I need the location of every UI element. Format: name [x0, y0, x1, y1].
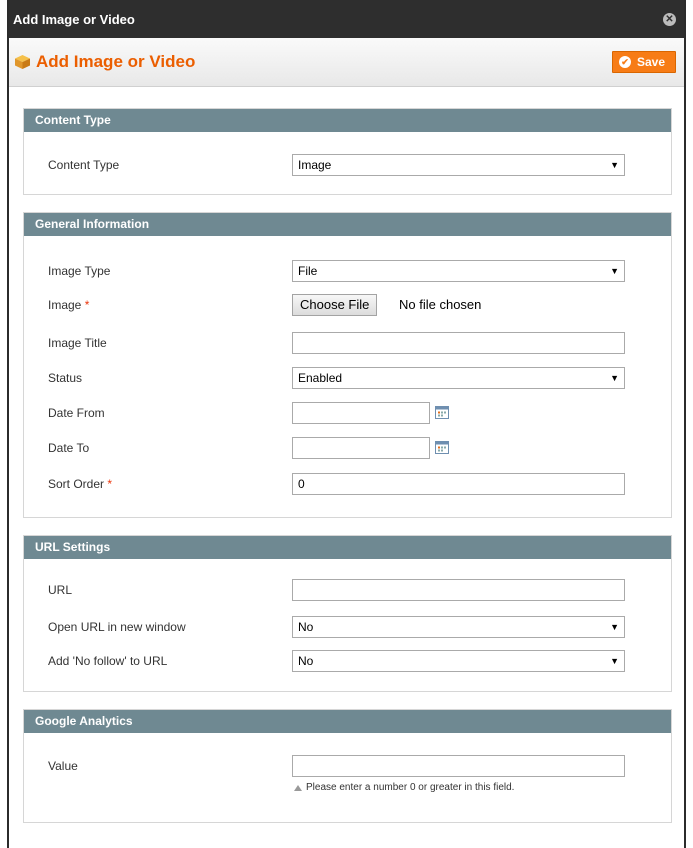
- new-window-row: Open URL in new window No ▼: [24, 616, 671, 640]
- new-window-label: Open URL in new window: [48, 620, 186, 634]
- date-from-input[interactable]: [292, 402, 430, 424]
- content-type-select[interactable]: Image ▼: [292, 154, 625, 176]
- nofollow-label: Add 'No follow' to URL: [48, 654, 168, 668]
- chevron-down-icon: ▼: [610, 266, 619, 276]
- new-window-value: No: [298, 620, 314, 634]
- page-title: Add Image or Video: [36, 52, 196, 71]
- status-row: Status Enabled ▼: [24, 367, 671, 391]
- ga-value-label: Value: [48, 759, 78, 773]
- url-settings-section: URL Settings URL Open URL in new window …: [23, 535, 672, 692]
- save-button[interactable]: ✔ Save: [611, 51, 676, 73]
- url-row: URL: [24, 579, 671, 603]
- general-info-section: General Information Image Type File ▼ Im…: [23, 212, 672, 518]
- nofollow-value: No: [298, 654, 314, 668]
- validation-note: Please enter a number 0 or greater in th…: [294, 782, 514, 793]
- image-row: Image * Choose File No file chosen: [24, 294, 671, 318]
- save-label: Save: [636, 55, 665, 69]
- image-type-label: Image Type: [48, 264, 111, 278]
- url-input[interactable]: [292, 579, 625, 601]
- chevron-down-icon: ▼: [610, 160, 619, 170]
- calendar-icon[interactable]: [435, 406, 449, 419]
- status-select[interactable]: Enabled ▼: [292, 367, 625, 389]
- cube-icon: [15, 55, 30, 69]
- chevron-down-icon: ▼: [610, 622, 619, 632]
- sort-order-label: Sort Order *: [48, 477, 113, 491]
- content-type-value: Image: [298, 158, 332, 172]
- dialog-title: Add Image or Video: [13, 11, 135, 27]
- dialog-titlebar: Add Image or Video ✕: [9, 0, 684, 38]
- image-title-input[interactable]: [292, 332, 625, 354]
- image-label: Image *: [48, 298, 90, 312]
- choose-file-button[interactable]: Choose File: [292, 294, 378, 316]
- image-title-label: Image Title: [48, 336, 107, 350]
- close-icon[interactable]: ✕: [663, 12, 676, 26]
- nofollow-select[interactable]: No ▼: [292, 650, 625, 672]
- status-value: Enabled: [298, 371, 343, 385]
- section-title: URL Settings: [24, 536, 671, 559]
- ga-value-row: Value Please enter a number 0 or greater…: [24, 755, 671, 793]
- content-type-section: Content Type Content Type Image ▼: [23, 108, 672, 195]
- section-title: Content Type: [24, 109, 671, 132]
- date-from-row: Date From: [24, 402, 671, 426]
- file-status: No file chosen: [399, 297, 482, 312]
- page-header: Add Image or Video ✔ Save: [9, 38, 684, 87]
- content-type-row: Content Type Image ▼: [24, 154, 671, 178]
- section-title: Google Analytics: [24, 710, 671, 733]
- ga-value-input[interactable]: [292, 755, 625, 777]
- content-type-label: Content Type: [48, 158, 120, 172]
- chevron-down-icon: ▼: [610, 373, 619, 383]
- status-label: Status: [48, 371, 83, 385]
- chevron-down-icon: ▼: [610, 656, 619, 666]
- image-type-row: Image Type File ▼: [24, 260, 671, 284]
- add-image-dialog: Add Image or Video ✕ Add Image or Video …: [7, 0, 686, 848]
- date-to-label: Date To: [48, 441, 90, 455]
- date-to-input[interactable]: [292, 437, 430, 459]
- url-label: URL: [48, 583, 73, 597]
- check-icon: ✔: [618, 56, 631, 68]
- image-type-value: File: [298, 264, 318, 278]
- sort-order-row: Sort Order * 0: [24, 473, 671, 497]
- validation-note-text: Please enter a number 0 or greater in th…: [306, 782, 515, 793]
- section-title: General Information: [24, 213, 671, 236]
- image-type-select[interactable]: File ▼: [292, 260, 625, 282]
- image-title-row: Image Title: [24, 332, 671, 356]
- warning-triangle-icon: [294, 784, 302, 791]
- date-to-row: Date To: [24, 437, 671, 461]
- calendar-icon[interactable]: [435, 441, 449, 454]
- nofollow-row: Add 'No follow' to URL No ▼: [24, 650, 671, 674]
- date-from-label: Date From: [48, 406, 105, 420]
- google-analytics-section: Google Analytics Value Please enter a nu…: [23, 709, 672, 823]
- page-title-wrap: Add Image or Video: [15, 52, 195, 72]
- new-window-select[interactable]: No ▼: [292, 616, 625, 638]
- sort-order-input[interactable]: 0: [292, 473, 625, 495]
